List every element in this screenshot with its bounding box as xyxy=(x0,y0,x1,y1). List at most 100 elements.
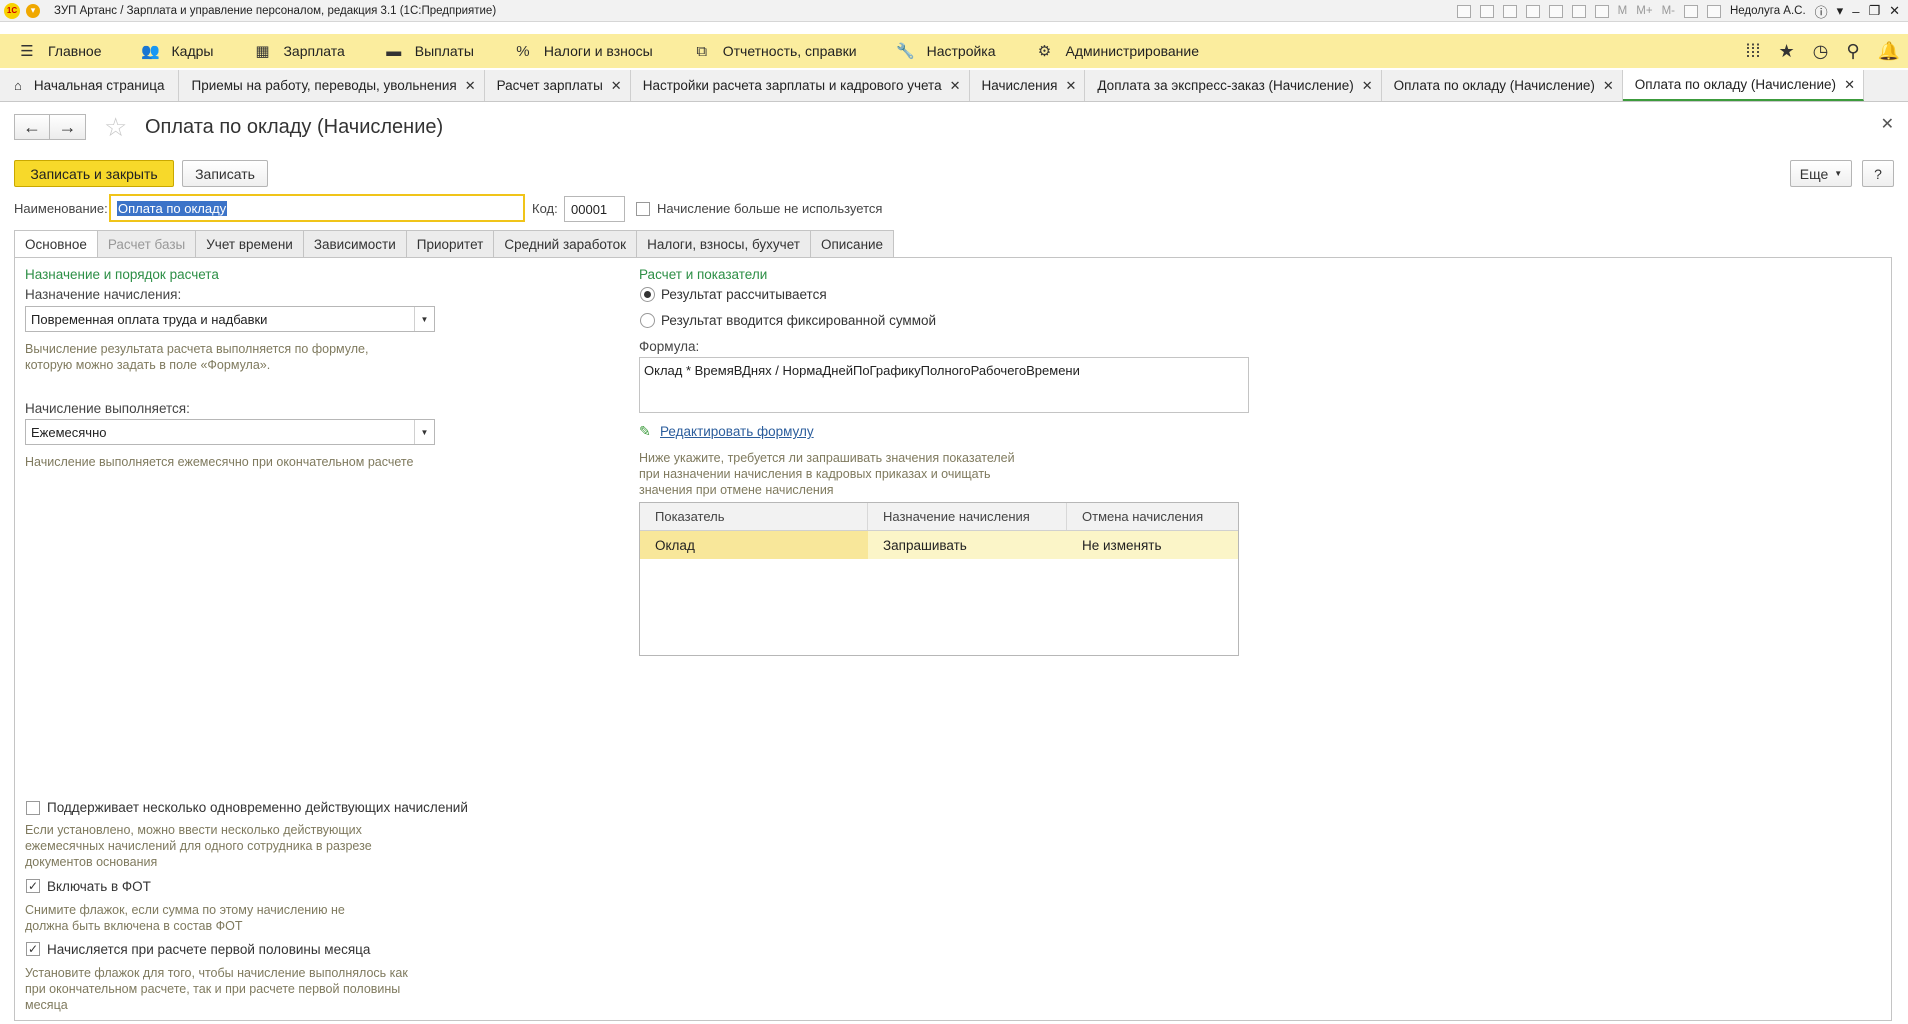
print-icon[interactable] xyxy=(1479,4,1494,18)
close-tab-icon[interactable]: ✕ xyxy=(950,78,961,94)
favorite-star-icon[interactable]: ☆ xyxy=(104,112,127,143)
save-icon[interactable] xyxy=(1456,4,1471,18)
zoom-icon[interactable] xyxy=(1683,4,1698,18)
preview-icon[interactable] xyxy=(1502,4,1517,18)
help-button[interactable]: ? xyxy=(1862,160,1894,187)
favorites-star-icon[interactable]: ★ xyxy=(1779,41,1795,62)
tab-accruals[interactable]: Начисления ✕ xyxy=(970,70,1086,101)
more-button[interactable]: Еще ▼ xyxy=(1790,160,1852,187)
close-tab-icon[interactable]: ✕ xyxy=(1362,78,1373,94)
tab-home[interactable]: ⌂ Начальная страница xyxy=(0,70,180,101)
tab-express-bonus[interactable]: Доплата за экспресс-заказ (Начисление) ✕ xyxy=(1085,70,1382,101)
tab-average-earnings[interactable]: Средний заработок xyxy=(493,230,637,258)
notifications-bell-icon[interactable]: 🔔 xyxy=(1878,41,1900,62)
chevron-down-icon: ▼ xyxy=(1834,169,1843,178)
link-icon[interactable] xyxy=(1525,4,1540,18)
tab-base-calculation[interactable]: Расчет базы xyxy=(96,230,196,258)
purpose-select[interactable]: Повременная оплата труда и надбавки ▼ xyxy=(25,306,435,332)
table-row[interactable]: Оклад Запрашивать Не изменять xyxy=(640,531,1238,559)
attach-icon[interactable] xyxy=(1548,4,1563,18)
formula-label: Формула: xyxy=(639,339,700,354)
indicators-hint-line-2: при назначении начисления в кадровых при… xyxy=(639,467,991,481)
history-icon[interactable]: ◷ xyxy=(1813,41,1829,62)
multi-hint-line-2: ежемесячных начислений для одного сотруд… xyxy=(25,839,372,853)
chevron-down-icon[interactable]: ▾ xyxy=(1837,3,1844,19)
search-icon[interactable]: ⚲ xyxy=(1846,41,1859,62)
include-fot-label: Включать в ФОТ xyxy=(47,879,151,894)
formula-field[interactable]: Оклад * ВремяВДнях / НормаДнейПоГрафикуП… xyxy=(639,357,1249,413)
column-header-cancel[interactable]: Отмена начисления xyxy=(1067,503,1238,530)
tab-taxes-accounting[interactable]: Налоги, взносы, бухучет xyxy=(636,230,810,258)
memory-minus-button[interactable]: M- xyxy=(1662,5,1675,17)
indicators-table[interactable]: Показатель Назначение начисления Отмена … xyxy=(639,502,1239,656)
memory-plus-button[interactable]: M+ xyxy=(1636,5,1652,17)
minimize-icon[interactable]: – xyxy=(1852,4,1859,19)
tab-main[interactable]: Основное xyxy=(14,230,97,258)
close-form-icon[interactable]: ✕ xyxy=(1881,114,1894,134)
menu-item-salary[interactable]: ▦ Зарплата xyxy=(235,34,344,68)
save-button[interactable]: Записать xyxy=(182,160,268,187)
result-calculated-label: Результат рассчитывается xyxy=(661,287,827,302)
apps-grid-icon[interactable]: ⁞⁞⁞ xyxy=(1746,41,1761,62)
half-hint-line-1: Установите флажок для того, чтобы начисл… xyxy=(25,966,408,980)
close-tab-icon[interactable]: ✕ xyxy=(1844,77,1855,93)
column-header-indicator[interactable]: Показатель xyxy=(640,503,868,530)
info-icon[interactable]: ⓘ xyxy=(1815,2,1828,21)
result-calculated-radio[interactable] xyxy=(640,287,655,302)
restore-icon[interactable]: ❐ xyxy=(1868,3,1880,19)
main-menu-dropdown-icon[interactable]: ▾ xyxy=(26,3,40,18)
multi-accruals-checkbox[interactable] xyxy=(26,801,40,815)
unused-checkbox[interactable] xyxy=(636,202,650,216)
first-half-checkbox[interactable] xyxy=(26,942,40,956)
calendar-icon[interactable] xyxy=(1594,4,1609,18)
include-fot-checkbox[interactable] xyxy=(26,879,40,893)
panels-icon[interactable] xyxy=(1706,4,1721,18)
cell-indicator[interactable]: Оклад xyxy=(640,531,868,559)
memory-button[interactable]: M xyxy=(1618,5,1628,17)
name-input[interactable]: Оплата по окладу xyxy=(109,194,525,222)
menu-item-settings[interactable]: 🔧 Настройка xyxy=(879,34,995,68)
navigation-buttons: ← → xyxy=(14,114,86,140)
purpose-label: Назначение начисления: xyxy=(25,287,182,302)
current-user[interactable]: Недолуга А.С. xyxy=(1730,5,1806,17)
save-and-close-button[interactable]: Записать и закрыть xyxy=(14,160,174,187)
tab-time-tracking[interactable]: Учет времени xyxy=(195,230,303,258)
app-logo-icon[interactable]: 1С xyxy=(4,2,20,19)
tab-dependencies[interactable]: Зависимости xyxy=(302,230,406,258)
dropdown-arrow-icon[interactable]: ▼ xyxy=(414,420,434,444)
result-fixed-radio[interactable] xyxy=(640,313,655,328)
column-header-assign[interactable]: Назначение начисления xyxy=(868,503,1067,530)
menu-item-personnel[interactable]: 👥 Кадры xyxy=(124,34,213,68)
code-input[interactable]: 00001 xyxy=(564,196,625,222)
menu-item-reports[interactable]: ⧉ Отчетность, справки xyxy=(675,34,856,68)
menu-item-main[interactable]: ☰ Главное xyxy=(0,34,101,68)
window-title-bar: 1С ▾ ЗУП Артанс / Зарплата и управление … xyxy=(0,0,1908,22)
tab-salary-accrual-1[interactable]: Оплата по окладу (Начисление) ✕ xyxy=(1382,70,1623,101)
menu-item-administration[interactable]: ⚙ Администрирование xyxy=(1018,34,1199,68)
close-icon[interactable]: ✕ xyxy=(1889,3,1900,19)
window-title: ЗУП Артанс / Зарплата и управление персо… xyxy=(54,4,497,17)
close-tab-icon[interactable]: ✕ xyxy=(611,78,622,94)
close-tab-icon[interactable]: ✕ xyxy=(465,78,476,94)
menu-item-taxes[interactable]: % Налоги и взносы xyxy=(496,34,653,68)
menu-item-payments[interactable]: ▬ Выплаты xyxy=(367,34,474,68)
close-tab-icon[interactable]: ✕ xyxy=(1065,78,1076,94)
tab-description[interactable]: Описание xyxy=(809,230,895,258)
hamburger-icon: ☰ xyxy=(20,43,34,60)
tab-payroll-settings[interactable]: Настройки расчета зарплаты и кадрового у… xyxy=(631,70,970,101)
period-select[interactable]: Ежемесячно ▼ xyxy=(25,419,435,445)
table-icon[interactable] xyxy=(1571,4,1586,18)
dropdown-arrow-icon[interactable]: ▼ xyxy=(414,307,434,331)
tab-payroll[interactable]: Расчет зарплаты ✕ xyxy=(485,70,631,101)
cell-cancel[interactable]: Не изменять xyxy=(1067,531,1238,559)
close-tab-icon[interactable]: ✕ xyxy=(1603,78,1614,94)
back-arrow-icon[interactable]: ← xyxy=(14,114,50,140)
cell-assign[interactable]: Запрашивать xyxy=(868,531,1067,559)
tab-hiring[interactable]: Приемы на работу, переводы, увольнения ✕ xyxy=(179,70,485,101)
indicators-hint-line-3: значения при отмене начисления xyxy=(639,483,834,497)
tab-priority[interactable]: Приоритет xyxy=(405,230,494,258)
tab-salary-accrual-2[interactable]: Оплата по окладу (Начисление) ✕ xyxy=(1622,70,1864,101)
edit-formula-link[interactable]: Редактировать формулу xyxy=(660,424,814,439)
forward-arrow-icon[interactable]: → xyxy=(50,114,86,140)
purpose-group-title: Назначение и порядок расчета xyxy=(25,267,219,282)
